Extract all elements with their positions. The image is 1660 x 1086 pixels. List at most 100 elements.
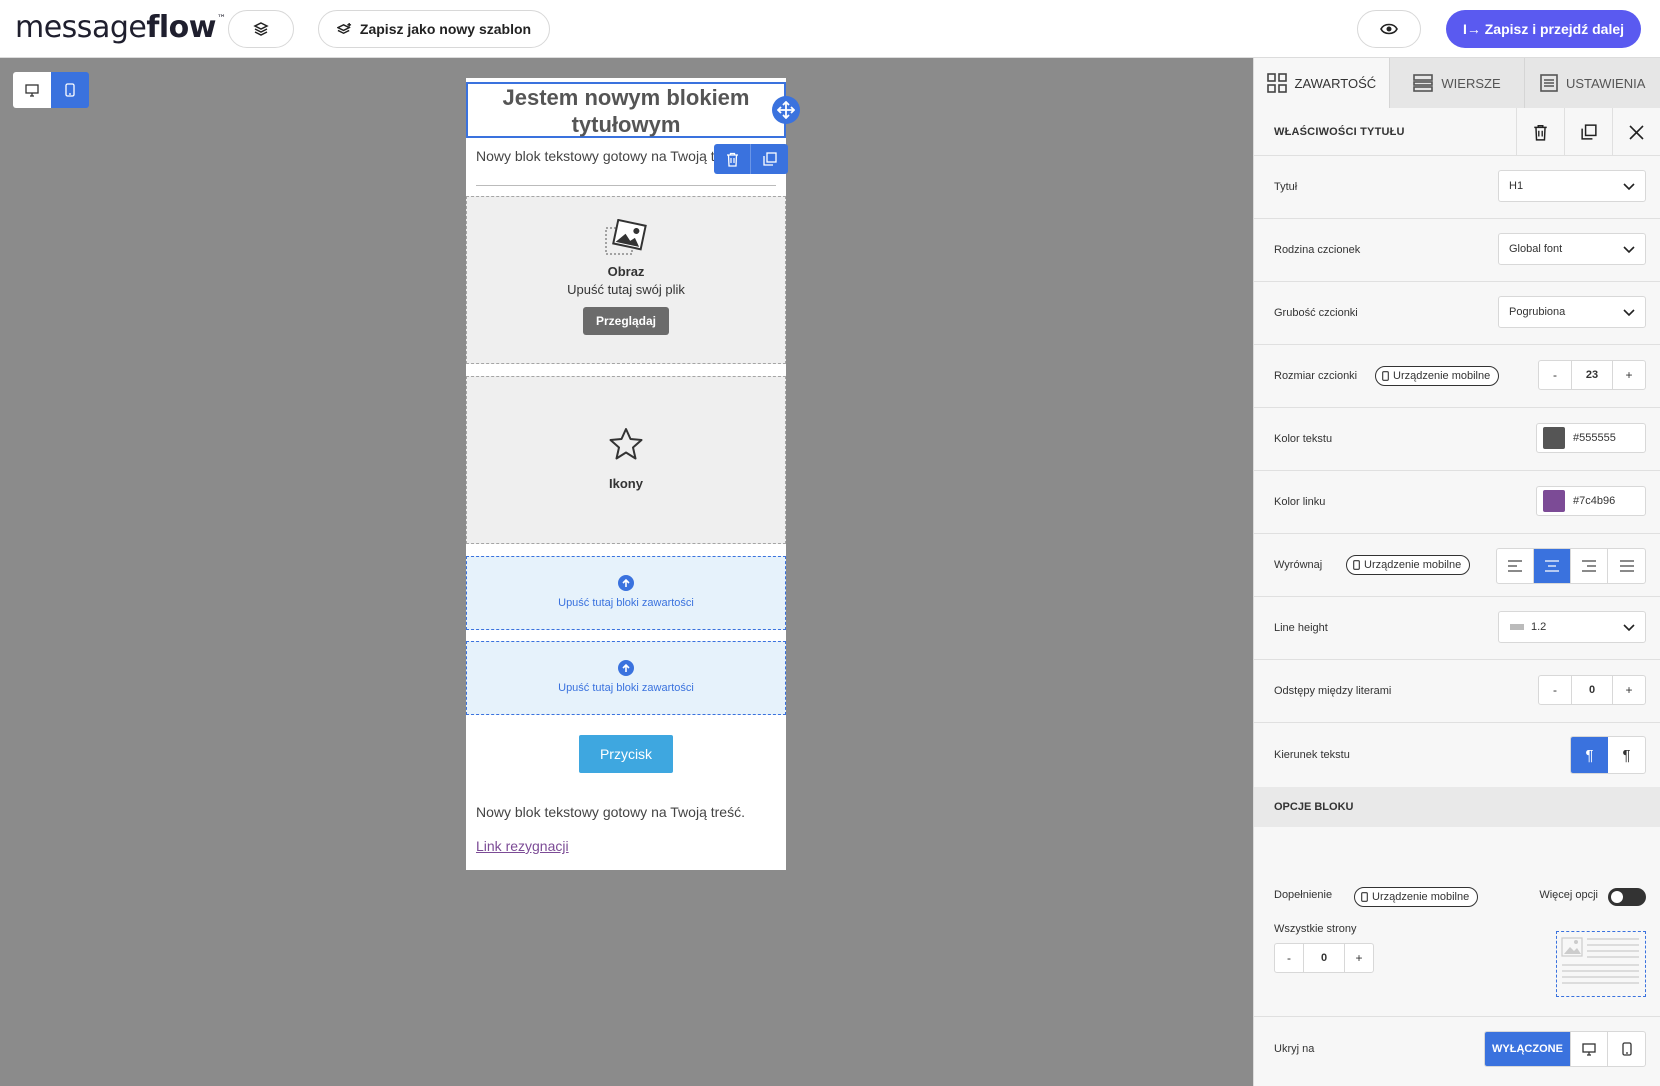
chevron-down-icon bbox=[1623, 246, 1635, 254]
properties-header: WŁAŚCIWOŚCI TYTUŁU bbox=[1254, 108, 1660, 156]
hide-on-buttons: WYŁĄCZONE bbox=[1484, 1031, 1646, 1067]
link-color-picker[interactable]: #7c4b96 bbox=[1536, 486, 1646, 516]
align-row: Wyrównaj Urządzenie mobilne bbox=[1254, 534, 1660, 597]
dropzone-label: Upuść tutaj bloki zawartości bbox=[558, 597, 694, 609]
grid-icon bbox=[1266, 73, 1287, 93]
arrow-up-circle-icon bbox=[618, 660, 634, 676]
save-as-template-button[interactable]: Zapisz jako nowy szablon bbox=[318, 10, 550, 48]
text-direction-buttons: ¶ ¶ bbox=[1570, 736, 1646, 774]
align-justify-icon bbox=[1619, 560, 1634, 572]
color-swatch bbox=[1543, 490, 1565, 512]
panel-tabs: ZAWARTOŚĆ WIERSZE USTAWIENIA bbox=[1254, 58, 1660, 108]
mobile-icon bbox=[1382, 371, 1389, 381]
icons-placeholder[interactable]: Ikony bbox=[466, 376, 786, 544]
desktop-icon bbox=[1582, 1042, 1596, 1056]
settings-doc-icon bbox=[1540, 74, 1558, 92]
move-block-handle[interactable] bbox=[772, 96, 800, 124]
close-button[interactable] bbox=[1612, 108, 1660, 156]
line-height-icon bbox=[1510, 624, 1524, 630]
align-right-button[interactable] bbox=[1571, 549, 1608, 583]
browse-button[interactable]: Przeglądaj bbox=[582, 307, 670, 335]
hide-off-button[interactable]: WYŁĄCZONE bbox=[1485, 1032, 1571, 1066]
color-swatch bbox=[1543, 427, 1565, 449]
text-color-row: Kolor tekstu #555555 bbox=[1254, 408, 1660, 471]
increment-button[interactable]: + bbox=[1613, 361, 1645, 389]
text-block[interactable]: Nowy blok tekstowy gotowy na Twoją treść… bbox=[476, 148, 726, 164]
font-weight-select[interactable]: Pogrubiona bbox=[1498, 296, 1646, 328]
title-block[interactable]: Jestem nowym blokiem tytułowym bbox=[466, 82, 786, 138]
duplicate-icon bbox=[1580, 124, 1597, 140]
align-justify-button[interactable] bbox=[1608, 549, 1645, 583]
mobile-device-badge[interactable]: Urządzenie mobilne bbox=[1346, 555, 1471, 575]
duplicate-button[interactable] bbox=[1564, 108, 1612, 156]
decrement-button[interactable]: - bbox=[1539, 361, 1571, 389]
messageflow-logo[interactable]: messageflow™ bbox=[15, 10, 226, 45]
email-canvas: Jestem nowym blokiem tytułowym Nowy blok… bbox=[466, 78, 800, 870]
top-bar: messageflow™ Zapisz jako nowy szablon I→… bbox=[0, 0, 1660, 58]
text-block[interactable]: Nowy blok tekstowy gotowy na Twoją treść… bbox=[476, 804, 745, 820]
preview-button[interactable] bbox=[1357, 10, 1421, 48]
tab-rows[interactable]: WIERSZE bbox=[1390, 58, 1526, 108]
unsubscribe-link[interactable]: Link rezygnacji bbox=[476, 838, 569, 854]
mobile-icon bbox=[1353, 560, 1360, 570]
mobile-icon bbox=[65, 83, 75, 97]
device-toggle bbox=[13, 72, 89, 108]
desktop-view-button[interactable] bbox=[13, 72, 51, 108]
delete-block-button[interactable] bbox=[714, 144, 751, 174]
divider bbox=[476, 185, 776, 186]
rtl-direction-button[interactable]: ¶ bbox=[1608, 737, 1645, 773]
padding-block: Dopełnienie Urządzenie mobilne Więcej op… bbox=[1254, 827, 1660, 1017]
duplicate-icon bbox=[762, 152, 777, 166]
all-sides-label: Wszystkie strony bbox=[1274, 923, 1357, 935]
duplicate-block-button[interactable] bbox=[751, 144, 788, 174]
image-placeholder-subtitle: Upuść tutaj swój plik bbox=[567, 282, 685, 297]
tab-settings[interactable]: USTAWIENIA bbox=[1525, 58, 1660, 108]
image-text-preview-icon bbox=[1561, 937, 1639, 984]
hide-desktop-button[interactable] bbox=[1571, 1032, 1608, 1066]
hide-on-row: Ukryj na WYŁĄCZONE bbox=[1254, 1017, 1660, 1080]
mobile-device-badge[interactable]: Urządzenie mobilne bbox=[1375, 366, 1500, 386]
title-text[interactable]: Jestem nowym blokiem tytułowym bbox=[503, 85, 750, 137]
save-as-template-label: Zapisz jako nowy szablon bbox=[359, 21, 532, 37]
email-button-block[interactable]: Przycisk bbox=[579, 735, 673, 773]
more-options-toggle[interactable] bbox=[1608, 888, 1646, 906]
align-left-button[interactable] bbox=[1497, 549, 1534, 583]
image-placeholder[interactable]: Obraz Upuść tutaj swój plik Przeglądaj bbox=[466, 196, 786, 364]
font-size-value[interactable]: 23 bbox=[1571, 361, 1613, 389]
increment-button[interactable]: + bbox=[1345, 944, 1373, 972]
icons-placeholder-title: Ikony bbox=[609, 476, 643, 491]
decrement-button[interactable]: - bbox=[1539, 676, 1571, 704]
layers-button[interactable] bbox=[228, 10, 294, 48]
arrow-up-circle-icon bbox=[618, 575, 634, 591]
mobile-device-badge[interactable]: Urządzenie mobilne bbox=[1354, 887, 1479, 907]
save-and-continue-button[interactable]: I→ Zapisz i przejdź dalej bbox=[1446, 10, 1641, 48]
delete-button[interactable] bbox=[1516, 108, 1564, 156]
align-center-button[interactable] bbox=[1534, 549, 1571, 583]
chevron-down-icon bbox=[1623, 309, 1635, 317]
text-color-picker[interactable]: #555555 bbox=[1536, 423, 1646, 453]
padding-value[interactable]: 0 bbox=[1303, 944, 1345, 972]
ltr-direction-button[interactable]: ¶ bbox=[1571, 737, 1608, 773]
desktop-icon bbox=[25, 83, 39, 97]
block-tools bbox=[714, 144, 788, 174]
line-height-select[interactable]: 1.2 bbox=[1498, 611, 1646, 643]
dropzone-label: Upuść tutaj bloki zawartości bbox=[558, 682, 694, 694]
content-dropzone[interactable]: Upuść tutaj bloki zawartości bbox=[466, 556, 786, 630]
heading-select[interactable]: H1 bbox=[1498, 170, 1646, 202]
align-right-icon bbox=[1582, 560, 1596, 572]
content-dropzone[interactable]: Upuść tutaj bloki zawartości bbox=[466, 641, 786, 715]
increment-button[interactable]: + bbox=[1613, 676, 1645, 704]
image-icon bbox=[467, 218, 785, 264]
font-family-select[interactable]: Global font bbox=[1498, 233, 1646, 265]
decrement-button[interactable]: - bbox=[1275, 944, 1303, 972]
mobile-view-button[interactable] bbox=[51, 72, 89, 108]
block-options-header: OPCJE BLOKU bbox=[1254, 787, 1660, 827]
rows-icon bbox=[1413, 74, 1434, 92]
tab-content[interactable]: ZAWARTOŚĆ bbox=[1254, 58, 1390, 108]
hide-mobile-button[interactable] bbox=[1608, 1032, 1645, 1066]
align-buttons bbox=[1496, 548, 1646, 584]
letter-spacing-value[interactable]: 0 bbox=[1571, 676, 1613, 704]
properties-panel: ZAWARTOŚĆ WIERSZE USTAWIENIA WŁAŚCIWOŚCI… bbox=[1253, 58, 1660, 1086]
chevron-down-icon bbox=[1623, 183, 1635, 191]
layers-icon bbox=[253, 22, 269, 36]
